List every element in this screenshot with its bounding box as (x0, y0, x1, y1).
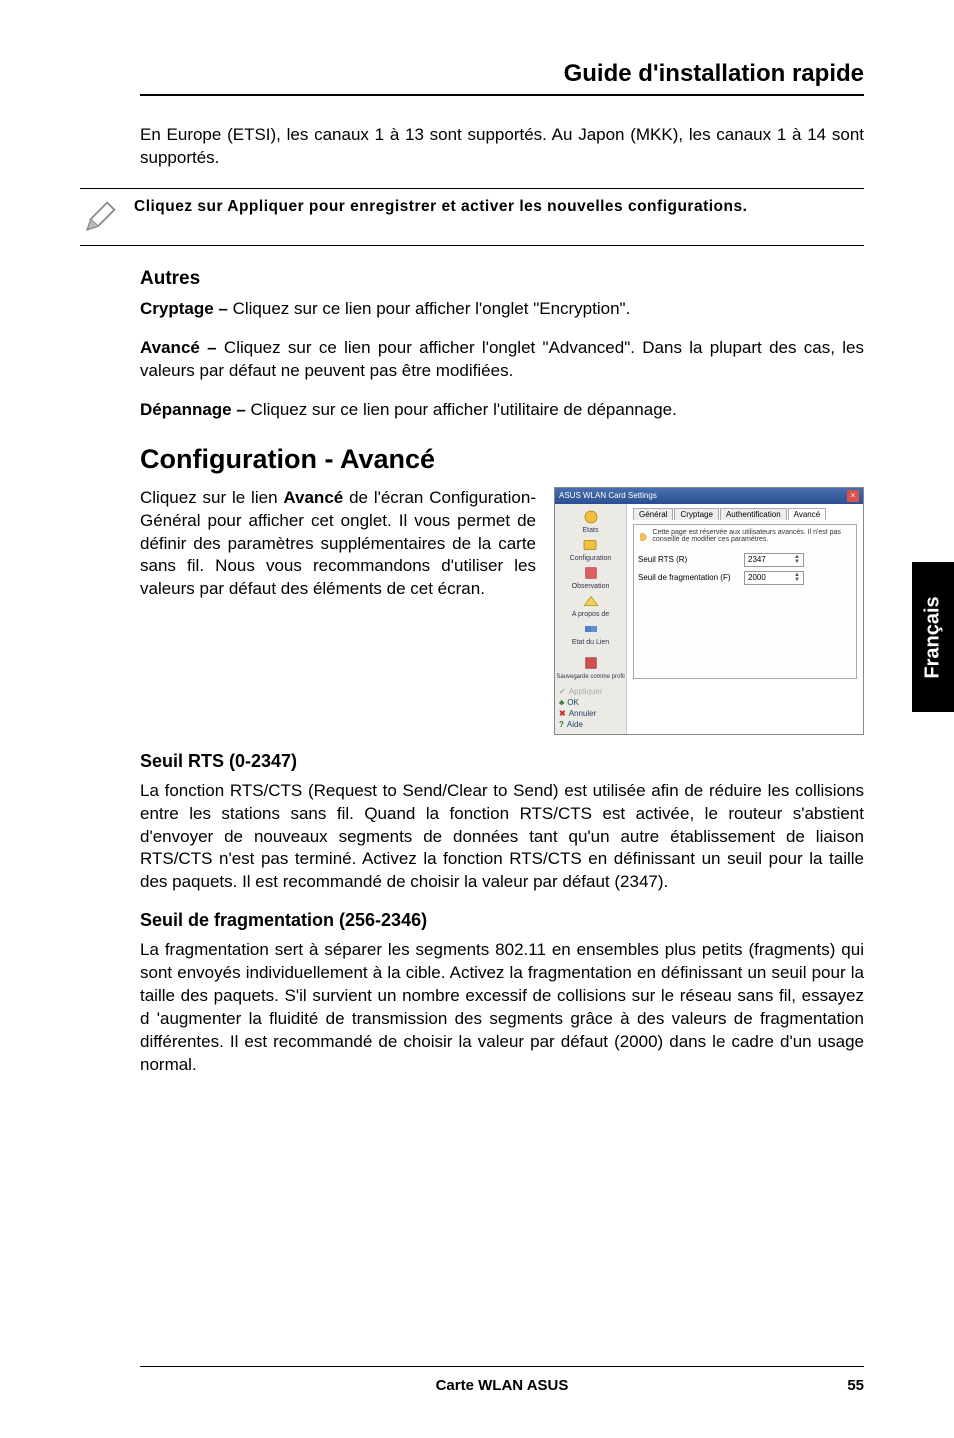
intro-paragraph: En Europe (ETSI), les canaux 1 à 13 sont… (140, 124, 864, 170)
note-text: Cliquez sur Appliquer pour enregistrer e… (134, 197, 747, 218)
frag-threshold-label: Seuil de fragmentation (F) (638, 573, 738, 582)
pencil-icon (80, 197, 120, 237)
help-button[interactable]: ?Aide (559, 720, 622, 729)
depannage-label: Dépannage – (140, 400, 246, 419)
footer-title: Carte WLAN ASUS (436, 1377, 569, 1394)
sidebar-item-sauvegarde[interactable]: Sauvegarde comme profil (556, 654, 624, 680)
rts-threshold-input[interactable]: 2347 ▲▼ (744, 553, 804, 567)
dialog-tabs: Général Cryptage Authentification Avancé (633, 508, 857, 520)
cryptage-text: Cliquez sur ce lien pour afficher l'ongl… (228, 299, 630, 318)
about-icon (580, 592, 602, 610)
warning-icon (638, 529, 648, 545)
save-icon (580, 654, 602, 672)
close-icon[interactable]: × (847, 490, 859, 502)
config-intro-bold: Avancé (283, 488, 343, 507)
rts-threshold-label: Seuil RTS (R) (638, 555, 738, 564)
spinner-buttons[interactable]: ▲▼ (794, 573, 800, 583)
cryptage-label: Cryptage – (140, 299, 228, 318)
cryptage-paragraph: Cryptage – Cliquez sur ce lien pour affi… (140, 298, 864, 321)
ok-button[interactable]: ♣OK (559, 698, 622, 707)
depannage-paragraph: Dépannage – Cliquez sur ce lien pour aff… (140, 399, 864, 422)
config-intro-pre: Cliquez sur le lien (140, 488, 283, 507)
language-label: Français (922, 596, 945, 678)
spinner-buttons[interactable]: ▲▼ (794, 555, 800, 565)
page-footer: Carte WLAN ASUS 55 (140, 1366, 864, 1394)
cancel-button[interactable]: ✖Annuler (559, 709, 622, 718)
apply-button[interactable]: ✔Appliquer (559, 687, 622, 696)
config-icon (579, 536, 601, 554)
tab-avance[interactable]: Avancé (788, 508, 827, 520)
note-callout: Cliquez sur Appliquer pour enregistrer e… (80, 188, 864, 246)
sidebar-item-etatlien[interactable]: Etat du Lien (572, 620, 609, 646)
depannage-text: Cliquez sur ce lien pour afficher l'util… (246, 400, 677, 419)
tab-general[interactable]: Général (633, 508, 673, 520)
apply-icon: ✔ (559, 687, 566, 696)
tab-authentification[interactable]: Authentification (720, 508, 787, 520)
autres-heading: Autres (140, 268, 864, 290)
cancel-icon: ✖ (559, 709, 566, 718)
configuration-heading: Configuration - Avancé (140, 444, 864, 475)
ok-icon: ♣ (559, 698, 564, 707)
survey-icon (580, 564, 602, 582)
page-number: 55 (847, 1377, 864, 1394)
frag-threshold-input[interactable]: 2000 ▲▼ (744, 571, 804, 585)
warning-text: Cette page est réservée aux utilisateurs… (652, 529, 852, 545)
dialog-titlebar: ASUS WLAN Card Settings × (555, 488, 863, 504)
tab-cryptage[interactable]: Cryptage (674, 508, 718, 520)
avance-text: Cliquez sur ce lien pour afficher l'ongl… (140, 338, 864, 380)
sidebar-item-observation[interactable]: Observation (572, 564, 610, 590)
sidebar-item-configuration[interactable]: Configuration (570, 536, 612, 562)
link-state-icon (580, 620, 602, 638)
avance-label: Avancé – (140, 338, 217, 357)
page-header-title: Guide d'installation rapide (140, 60, 864, 96)
configuration-intro: Cliquez sur le lien Avancé de l'écran Co… (140, 487, 536, 602)
rts-heading: Seuil RTS (0-2347) (140, 751, 864, 772)
help-icon: ? (559, 720, 564, 729)
frag-paragraph: La fragmentation sert à séparer les segm… (140, 939, 864, 1077)
settings-dialog-screenshot: ASUS WLAN Card Settings × Etats Configur… (554, 487, 864, 735)
sidebar-item-apropos[interactable]: A propos de (572, 592, 609, 618)
language-side-tab: Français (912, 562, 954, 712)
status-icon (580, 508, 602, 526)
dialog-title: ASUS WLAN Card Settings (559, 491, 657, 500)
sidebar-item-etats[interactable]: Etats (580, 508, 602, 534)
rts-paragraph: La fonction RTS/CTS (Request to Send/Cle… (140, 780, 864, 895)
frag-heading: Seuil de fragmentation (256-2346) (140, 910, 864, 931)
dialog-sidebar: Etats Configuration Observation A propos… (555, 504, 627, 734)
avance-paragraph: Avancé – Cliquez sur ce lien pour affich… (140, 337, 864, 383)
